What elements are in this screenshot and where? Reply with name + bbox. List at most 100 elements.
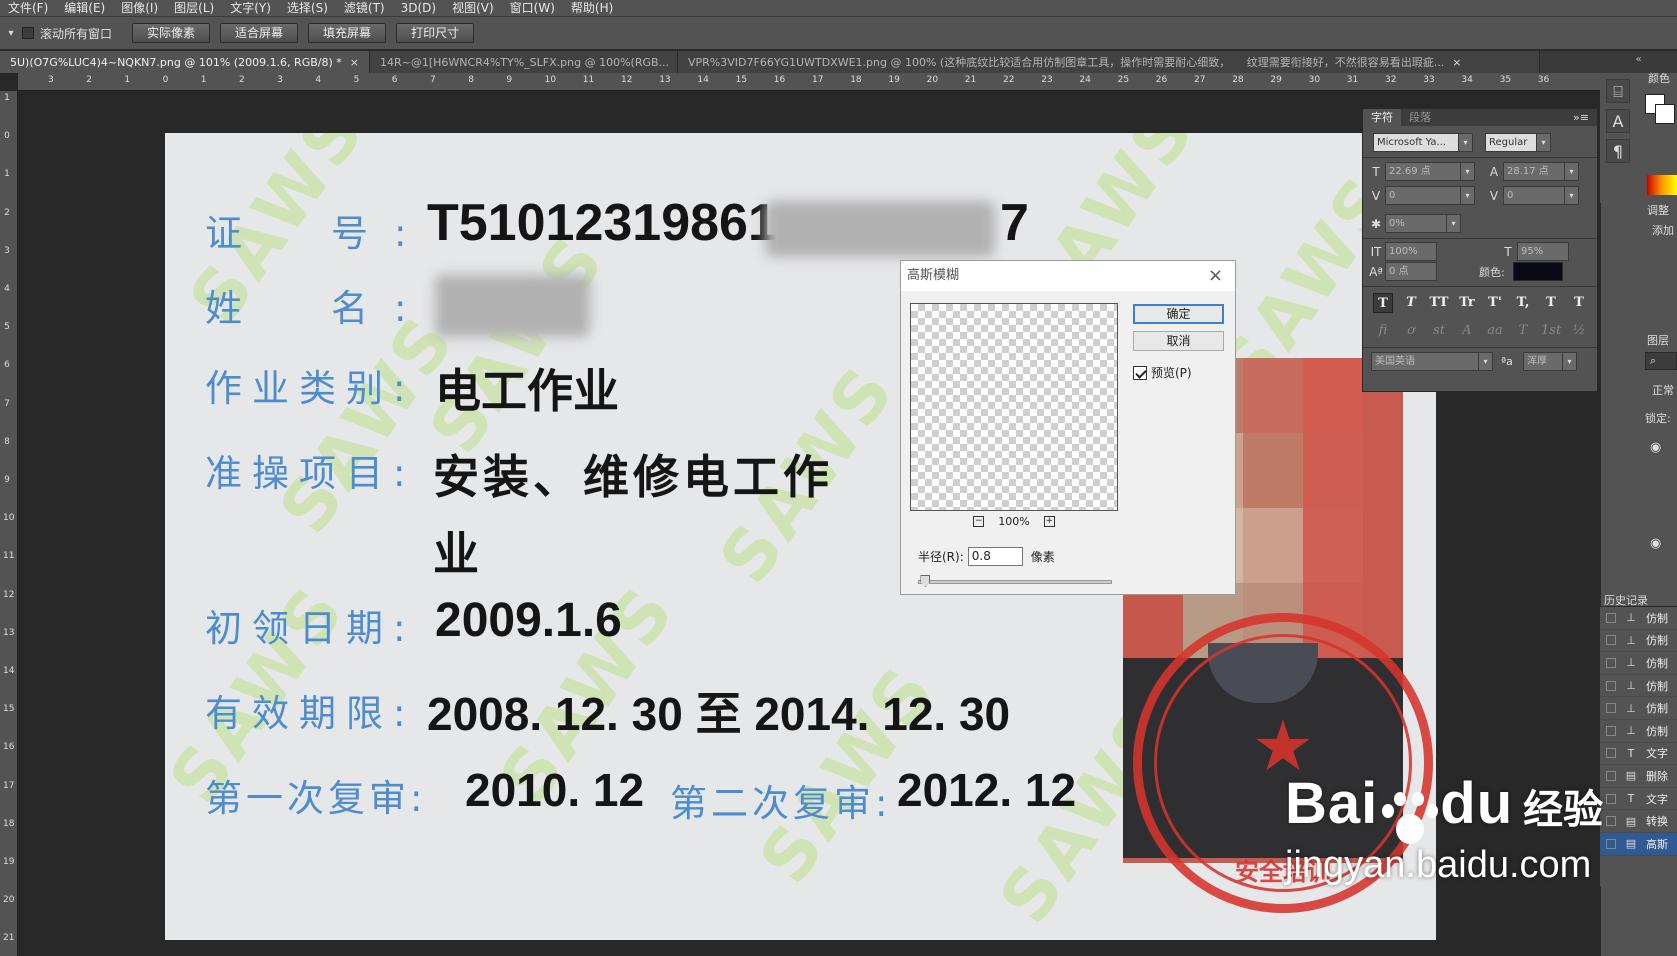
font-style-select[interactable]: Regular [1485,133,1537,152]
opentype-feature-button[interactable]: A [1457,321,1477,341]
chevron-down-icon[interactable]: ▾ [1447,214,1461,233]
menu-item[interactable]: 图像(I) [113,1,166,15]
history-item[interactable]: ⊥ 仿制 [1600,720,1677,743]
preview-checkbox[interactable] [1133,365,1147,380]
proportional-spacing-field[interactable]: 0% [1385,214,1447,233]
typo-style-button[interactable]: T [1401,293,1421,313]
background-color-swatch[interactable] [1655,104,1675,124]
chevron-down-icon[interactable]: ▾ [1461,186,1475,205]
opentype-feature-button[interactable]: T [1513,321,1533,341]
panel-menu-icon[interactable]: »≡ [1565,109,1597,126]
tab-document-1[interactable]: 5U)(O7G%LUC4)4~NQKN7.png @ 101% (2009.1.… [0,51,370,73]
leading-field[interactable]: 28.17 点 [1503,162,1565,181]
typo-style-button[interactable]: TT [1429,293,1449,313]
opentype-feature-button[interactable]: st [1429,321,1449,341]
opentype-feature-button[interactable]: ơ [1401,321,1421,341]
close-icon[interactable]: × [1452,56,1461,69]
history-item[interactable]: ▤ 高斯 [1600,832,1677,856]
history-snapshot-checkbox[interactable] [1606,770,1616,781]
tab-document-3[interactable]: VPR%3VID7F66YG1UWTDXWE1.png @ 100% (这种底纹… [678,51,1540,73]
document-canvas[interactable]: SAWS SAWS SAWS SAWS SAWS SAWS SAWS SAWS … [165,133,1436,940]
chevron-down-icon[interactable]: ▾ [1479,352,1493,371]
adjustments-panel-label[interactable]: 调整 [1647,202,1669,218]
tool-preset-arrow-icon[interactable]: ▾ [0,28,22,39]
radius-input[interactable]: 0.8 [967,547,1023,566]
chevron-down-icon[interactable]: ▾ [1537,133,1551,152]
history-snapshot-checkbox[interactable] [1606,635,1616,646]
tracking-field[interactable]: 0 [1503,186,1565,205]
color-panel-label[interactable]: 颜色 [1648,70,1670,86]
close-icon[interactable]: × [350,56,359,69]
opentype-feature-button[interactable]: aa [1485,321,1505,341]
chevron-down-icon[interactable]: ▾ [1563,352,1577,371]
language-select[interactable]: 美国英语 [1371,352,1479,371]
typo-style-button[interactable]: T [1373,293,1393,313]
scroll-all-checkbox[interactable] [22,27,34,39]
history-item[interactable]: T 文字 [1600,788,1677,811]
font-family-select[interactable]: Microsoft Ya... [1373,133,1459,152]
anti-alias-select[interactable]: 浑厚 [1523,352,1563,371]
ok-button[interactable]: 确定 [1133,304,1224,324]
typo-style-button[interactable]: Tr [1457,293,1477,313]
tab-document-2[interactable]: 14R~@1[H6WNCR4%TY%_SLFX.png @ 100%(RGB..… [370,51,678,73]
menu-item[interactable]: 选择(S) [279,1,336,15]
history-snapshot-checkbox[interactable] [1606,838,1616,849]
fill-screen-button[interactable]: 填充屏幕 [308,23,387,43]
fit-screen-button[interactable]: 适合屏幕 [220,23,299,43]
opentype-feature-button[interactable]: fi [1373,321,1393,341]
menu-item[interactable]: 文字(Y) [222,1,279,15]
eye-icon[interactable]: ◉ [1650,536,1661,551]
history-item[interactable]: ⊥ 仿制 [1600,607,1677,630]
baseline-shift-field[interactable]: 0 点 [1385,262,1437,281]
layers-panel-label[interactable]: 图层 [1647,332,1669,348]
history-item[interactable]: ▤ 删除 [1600,765,1677,788]
menu-item[interactable]: 窗口(W) [502,1,563,15]
print-size-button[interactable]: 打印尺寸 [396,23,475,43]
scroll-all-windows[interactable]: 滚动所有窗口 [22,25,112,42]
typo-style-button[interactable]: T [1541,293,1561,313]
menu-item[interactable]: 3D(D) [393,1,444,15]
history-item[interactable]: ⊥ 仿制 [1600,675,1677,698]
history-snapshot-checkbox[interactable] [1606,612,1616,623]
chevron-down-icon[interactable]: ▾ [1461,162,1475,181]
blur-preview[interactable] [910,303,1118,511]
menu-item[interactable]: 图层(L) [166,1,222,15]
vertical-ruler[interactable]: 1 0 1 2 3 4 5 6 7 8 9 10 11 12 13 14 15 16 17 18 19 20 21 [0,91,18,956]
history-brush-icon[interactable]: ⌸ [1606,79,1630,103]
menu-item[interactable]: 视图(V) [444,1,502,15]
history-item[interactable]: ⊥ 仿制 [1600,697,1677,720]
menu-item[interactable]: 文件(F) [0,1,56,15]
tab-character[interactable]: 字符 [1363,109,1401,126]
menu-item[interactable]: 编辑(E) [56,1,113,15]
tab-paragraph[interactable]: 段落 [1401,109,1439,126]
history-item[interactable]: ▤ 转换 [1600,810,1677,833]
vertical-scale-field[interactable]: 100% [1385,242,1437,261]
blend-mode-select[interactable]: 正常 [1652,382,1674,398]
opentype-feature-button[interactable]: ½ [1569,321,1589,341]
menu-item[interactable]: 帮助(H) [563,1,621,15]
chevron-down-icon[interactable]: ▾ [1565,186,1579,205]
typo-style-button[interactable]: T, [1513,293,1533,313]
cancel-button[interactable]: 取消 [1133,331,1224,351]
zoom-in-icon[interactable]: + [1043,516,1055,527]
history-snapshot-checkbox[interactable] [1606,725,1616,736]
slider-thumb[interactable] [920,575,931,587]
menu-item[interactable]: 滤镜(T) [336,1,393,15]
horizontal-scale-field[interactable]: 95% [1517,242,1569,261]
horizontal-ruler[interactable]: 3 2 1 0 1 2 3 4 5 6 7 8 9 10 11 12 13 14 15 16 17 18 19 20 21 22 2… [18,73,1600,91]
kerning-field[interactable]: 0 [1385,186,1461,205]
chevron-down-icon[interactable]: ▾ [1565,162,1579,181]
history-snapshot-checkbox[interactable] [1606,703,1616,714]
close-icon[interactable]: × [1208,265,1223,286]
layer-search-icon[interactable]: ⌕ [1645,352,1677,370]
history-snapshot-checkbox[interactable] [1606,816,1616,827]
history-snapshot-checkbox[interactable] [1606,680,1616,691]
history-snapshot-checkbox[interactable] [1606,657,1616,668]
history-snapshot-checkbox[interactable] [1606,793,1616,804]
history-snapshot-checkbox[interactable] [1606,748,1616,759]
actual-pixels-button[interactable]: 实际像素 [132,23,211,43]
character-panel-icon[interactable]: A [1606,109,1630,133]
opentype-feature-button[interactable]: 1st [1541,321,1561,341]
color-ramp[interactable] [1647,175,1677,195]
text-color-swatch[interactable] [1513,262,1563,281]
